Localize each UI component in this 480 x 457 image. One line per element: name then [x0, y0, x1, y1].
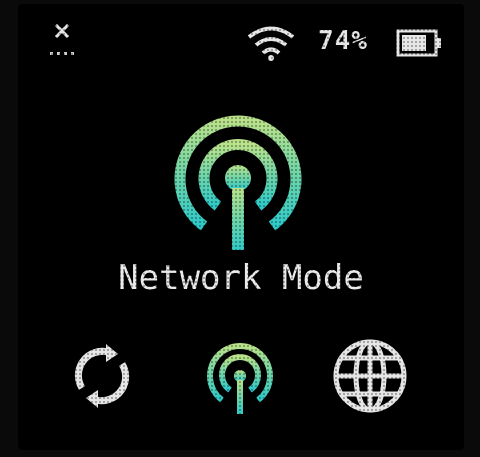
no-signal-icon [50, 23, 74, 55]
status-bar: 74% [18, 4, 464, 64]
battery-icon [396, 29, 441, 57]
page-title: Network Mode [118, 258, 364, 298]
wifi-icon [247, 26, 295, 61]
refresh-button[interactable] [60, 334, 144, 418]
broadcast-antenna-icon [174, 115, 302, 250]
mode-menu [18, 334, 464, 418]
broadcast-antenna-icon [207, 343, 273, 414]
network-mode-button[interactable] [198, 334, 282, 418]
internet-button[interactable] [328, 334, 412, 418]
battery-percent: 74% [318, 26, 368, 56]
globe-icon [333, 339, 407, 413]
device-screen: 74% Network Mode [18, 4, 464, 450]
refresh-icon [74, 344, 130, 408]
